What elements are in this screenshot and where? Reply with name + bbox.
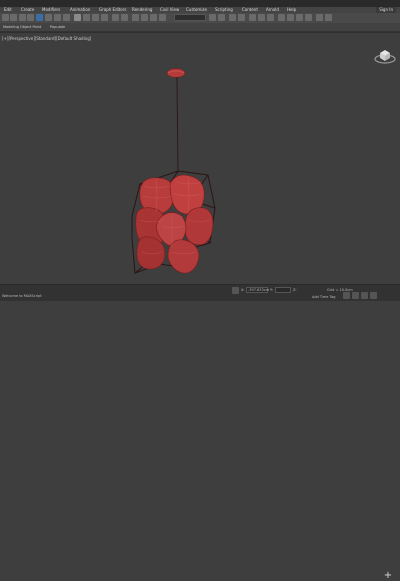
snap-icon[interactable] xyxy=(132,14,139,21)
pan-plus-icon[interactable]: + xyxy=(383,571,393,581)
time-config-icon[interactable] xyxy=(361,292,368,299)
select-object-icon[interactable] xyxy=(36,14,43,21)
tab-populate[interactable]: Populate xyxy=(50,23,65,31)
tab-object-paint[interactable]: Object Paint xyxy=(20,23,41,31)
select-by-name-icon[interactable] xyxy=(45,14,52,21)
mirror-icon[interactable] xyxy=(209,14,216,21)
curve-editor-icon[interactable] xyxy=(249,14,256,21)
reference-coord-icon[interactable] xyxy=(112,14,119,21)
render-production-icon[interactable] xyxy=(305,14,312,21)
placement-icon[interactable] xyxy=(101,14,108,21)
tab-modeling[interactable]: Modeling xyxy=(3,23,19,31)
material-editor-icon[interactable] xyxy=(267,14,274,21)
schematic-view-icon[interactable] xyxy=(258,14,265,21)
viewcube-icon[interactable] xyxy=(374,45,396,65)
toggle-ribbon-icon[interactable] xyxy=(238,14,245,21)
play-icon[interactable] xyxy=(343,292,350,299)
viewport-label[interactable]: [+][Perspective][Standard][Default Shadi… xyxy=(2,36,91,41)
pivot-icon[interactable] xyxy=(121,14,128,21)
render-setup-icon[interactable] xyxy=(278,14,285,21)
ribbon: Modeling Object Paint Populate xyxy=(0,23,400,32)
redo-icon[interactable] xyxy=(10,14,17,21)
x-label: X: xyxy=(241,288,245,292)
orbit-icon[interactable] xyxy=(370,292,377,299)
rect-selection-icon[interactable] xyxy=(54,14,61,21)
add-time-tag-button[interactable]: Add Time Tag xyxy=(312,295,336,299)
suspension-cord xyxy=(176,76,179,174)
canopy xyxy=(166,68,186,78)
percent-snap-icon[interactable] xyxy=(150,14,157,21)
x-coordinate-field[interactable]: -397.633cm xyxy=(246,287,269,293)
undo-icon[interactable] xyxy=(2,14,9,21)
y-coordinate-field[interactable] xyxy=(275,287,291,293)
align-icon[interactable] xyxy=(218,14,225,21)
status-bar: Welcome to MAXScript X: -397.633cm Y: Z:… xyxy=(0,284,400,581)
scale-icon[interactable] xyxy=(92,14,99,21)
y-label: Y: xyxy=(270,288,273,292)
render-icon[interactable] xyxy=(296,14,303,21)
z-label: Z: xyxy=(293,288,297,292)
link-icon[interactable] xyxy=(19,14,26,21)
angle-snap-icon[interactable] xyxy=(141,14,148,21)
arnold-view-icon[interactable] xyxy=(325,14,332,21)
maxscript-listener-text[interactable]: Welcome to MAXScript xyxy=(2,294,42,298)
rotate-icon[interactable] xyxy=(83,14,90,21)
rendered-frame-icon[interactable] xyxy=(287,14,294,21)
selection-lock-icon[interactable] xyxy=(232,287,239,294)
key-mode-icon[interactable] xyxy=(352,292,359,299)
perspective-viewport[interactable]: [+][Perspective][Standard][Default Shadi… xyxy=(0,32,400,285)
window-crossing-icon[interactable] xyxy=(63,14,70,21)
spinner-snap-icon[interactable] xyxy=(159,14,166,21)
unlink-icon[interactable] xyxy=(27,14,34,21)
lamp-model[interactable] xyxy=(120,68,240,303)
move-icon[interactable] xyxy=(74,14,81,21)
red-cushions xyxy=(135,174,214,274)
arnold-render-icon[interactable] xyxy=(316,14,323,21)
layer-explorer-icon[interactable] xyxy=(229,14,236,21)
named-selection-set-dropdown[interactable] xyxy=(174,14,206,21)
